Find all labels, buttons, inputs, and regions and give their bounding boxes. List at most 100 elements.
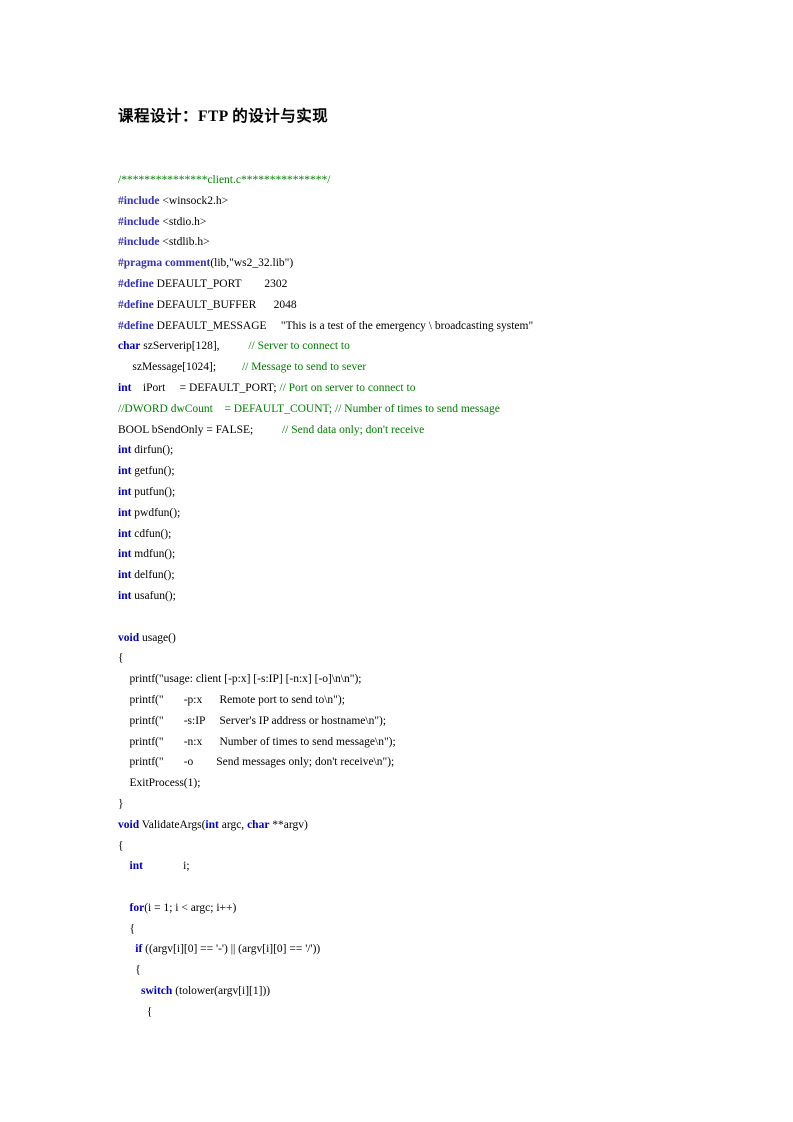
code-token-pp: #define bbox=[118, 298, 154, 311]
code-token-pp: #pragma comment bbox=[118, 257, 211, 270]
code-token-kw: int bbox=[118, 569, 132, 582]
code-token-tx: { bbox=[118, 922, 136, 935]
code-token-tx: i; bbox=[142, 860, 190, 873]
code-token-tx: DEFAULT_MESSAGE "This is a test of the e… bbox=[153, 319, 534, 332]
code-token-tx: { bbox=[118, 839, 124, 852]
code-token-tx: { bbox=[118, 652, 124, 665]
code-line: int iPort = DEFAULT_PORT; // Port on ser… bbox=[118, 378, 738, 399]
code-token-pp: #include bbox=[118, 236, 160, 249]
code-line: printf(" -n:x Number of times to send me… bbox=[118, 732, 738, 753]
code-token-tx: usafun(); bbox=[131, 589, 176, 602]
code-token-tx: (tolower(argv[i][1])) bbox=[172, 985, 271, 998]
code-line: //DWORD dwCount = DEFAULT_COUNT; // Numb… bbox=[118, 399, 738, 420]
code-line: { bbox=[118, 919, 738, 940]
code-line: #pragma comment(lib,"ws2_32.lib") bbox=[118, 253, 738, 274]
code-token-tx: <stdio.h> bbox=[159, 215, 207, 228]
code-token-tx: mdfun(); bbox=[131, 548, 176, 561]
code-line: ExitProcess(1); bbox=[118, 773, 738, 794]
code-line: printf(" -s:IP Server's IP address or ho… bbox=[118, 711, 738, 732]
code-token-kw: int bbox=[118, 465, 132, 478]
code-line: int pwdfun(); bbox=[118, 503, 738, 524]
code-token-cm: //DWORD dwCount = DEFAULT_COUNT; // Numb… bbox=[118, 402, 500, 415]
code-line: #define DEFAULT_PORT 2302 bbox=[118, 274, 738, 295]
code-token-tx: { bbox=[118, 964, 141, 977]
code-line: #define DEFAULT_MESSAGE "This is a test … bbox=[118, 316, 738, 337]
code-token-tx: szServerip[128], bbox=[140, 340, 249, 353]
code-token-tx: BOOL bSendOnly = FALSE; bbox=[118, 423, 282, 436]
code-line: int mdfun(); bbox=[118, 544, 738, 565]
code-token-kw: int bbox=[118, 444, 132, 457]
code-line: #include <stdlib.h> bbox=[118, 232, 738, 253]
code-token-cm: /***************client.c***************/ bbox=[118, 174, 331, 186]
code-line: /***************client.c***************/ bbox=[118, 170, 738, 191]
code-token-tx: printf("usage: client [-p:x] [-s:IP] [-n… bbox=[118, 673, 362, 686]
code-token-tx: putfun(); bbox=[131, 485, 176, 498]
code-token-kw: int bbox=[118, 589, 132, 602]
code-token-kw: for bbox=[129, 901, 145, 914]
code-token-tx: printf(" -p:x Remote port to send to\n")… bbox=[118, 693, 345, 706]
code-token-tx: ExitProcess(1); bbox=[118, 777, 201, 790]
code-token-pp: #include bbox=[118, 215, 160, 228]
code-line: int delfun(); bbox=[118, 565, 738, 586]
code-token-tx: szMessage[1024]; bbox=[118, 361, 242, 374]
code-token-tx: argc, bbox=[218, 818, 248, 831]
code-line: void ValidateArgs(int argc, char **argv) bbox=[118, 815, 738, 836]
code-token-tx: usage() bbox=[139, 631, 176, 644]
code-token-tx: } bbox=[118, 797, 124, 810]
code-token-pp: #define bbox=[118, 277, 154, 290]
code-token-kw: char bbox=[247, 818, 270, 831]
code-token-kw: int bbox=[118, 381, 132, 394]
code-line: #define DEFAULT_BUFFER 2048 bbox=[118, 295, 738, 316]
page-title: 课程设计：FTP 的设计与实现 bbox=[118, 108, 329, 125]
code-line: char szServerip[128], // Server to conne… bbox=[118, 336, 738, 357]
code-token-tx: iPort = DEFAULT_PORT; bbox=[131, 381, 280, 394]
document-page: 课程设计：FTP 的设计与实现 /***************client.c… bbox=[0, 0, 793, 1122]
code-token-tx: { bbox=[118, 1005, 153, 1018]
code-token-tx: printf(" -s:IP Server's IP address or ho… bbox=[118, 714, 387, 727]
code-token-kw: void bbox=[118, 818, 140, 831]
code-token-kw: int bbox=[118, 548, 132, 561]
code-token-tx: delfun(); bbox=[131, 569, 175, 582]
code-token-tx bbox=[118, 985, 141, 997]
code-token-cm: // Server to connect to bbox=[248, 340, 350, 353]
code-line: { bbox=[118, 648, 738, 669]
code-line: if ((argv[i][0] == '-') || (argv[i][0] =… bbox=[118, 939, 738, 960]
code-token-tx bbox=[118, 881, 121, 893]
code-token-tx: ValidateArgs( bbox=[139, 818, 206, 831]
code-token-pp: #include bbox=[118, 194, 160, 207]
code-line: BOOL bSendOnly = FALSE; // Send data onl… bbox=[118, 420, 738, 441]
code-line: switch (tolower(argv[i][1])) bbox=[118, 981, 738, 1002]
code-line: printf(" -p:x Remote port to send to\n")… bbox=[118, 690, 738, 711]
code-token-kw: switch bbox=[141, 985, 173, 998]
code-line: szMessage[1024]; // Message to send to s… bbox=[118, 357, 738, 378]
code-line: #include <stdio.h> bbox=[118, 212, 738, 233]
code-line: } bbox=[118, 794, 738, 815]
code-token-cm: // Send data only; don't receive bbox=[281, 423, 425, 436]
code-token-cm: // Message to send to sever bbox=[241, 361, 367, 374]
code-token-tx bbox=[118, 902, 130, 914]
code-line: { bbox=[118, 836, 738, 857]
code-line bbox=[118, 877, 738, 898]
code-line: int putfun(); bbox=[118, 482, 738, 503]
code-token-tx: (lib,"ws2_32.lib") bbox=[210, 257, 294, 270]
code-token-kw: int bbox=[118, 527, 132, 540]
code-token-tx bbox=[118, 611, 121, 623]
code-token-tx: <winsock2.h> bbox=[159, 194, 229, 207]
code-line: { bbox=[118, 960, 738, 981]
code-token-kw: int bbox=[205, 818, 219, 831]
code-line: printf("usage: client [-p:x] [-s:IP] [-n… bbox=[118, 669, 738, 690]
code-token-pp: #define bbox=[118, 319, 154, 332]
code-token-tx: cdfun(); bbox=[131, 527, 172, 540]
code-line: printf(" -o Send messages only; don't re… bbox=[118, 752, 738, 773]
code-line: int usafun(); bbox=[118, 586, 738, 607]
code-token-tx: <stdlib.h> bbox=[159, 236, 210, 249]
code-token-kw: int bbox=[118, 485, 132, 498]
code-token-tx bbox=[118, 860, 130, 872]
code-token-tx: dirfun(); bbox=[131, 444, 174, 457]
code-token-kw: int bbox=[129, 860, 143, 873]
code-token-tx: printf(" -n:x Number of times to send me… bbox=[118, 735, 396, 748]
code-token-tx: (i = 1; i < argc; i++) bbox=[144, 901, 237, 914]
code-token-kw: int bbox=[118, 506, 132, 519]
code-token-tx: getfun(); bbox=[131, 465, 175, 478]
code-token-tx: pwdfun(); bbox=[131, 506, 181, 519]
